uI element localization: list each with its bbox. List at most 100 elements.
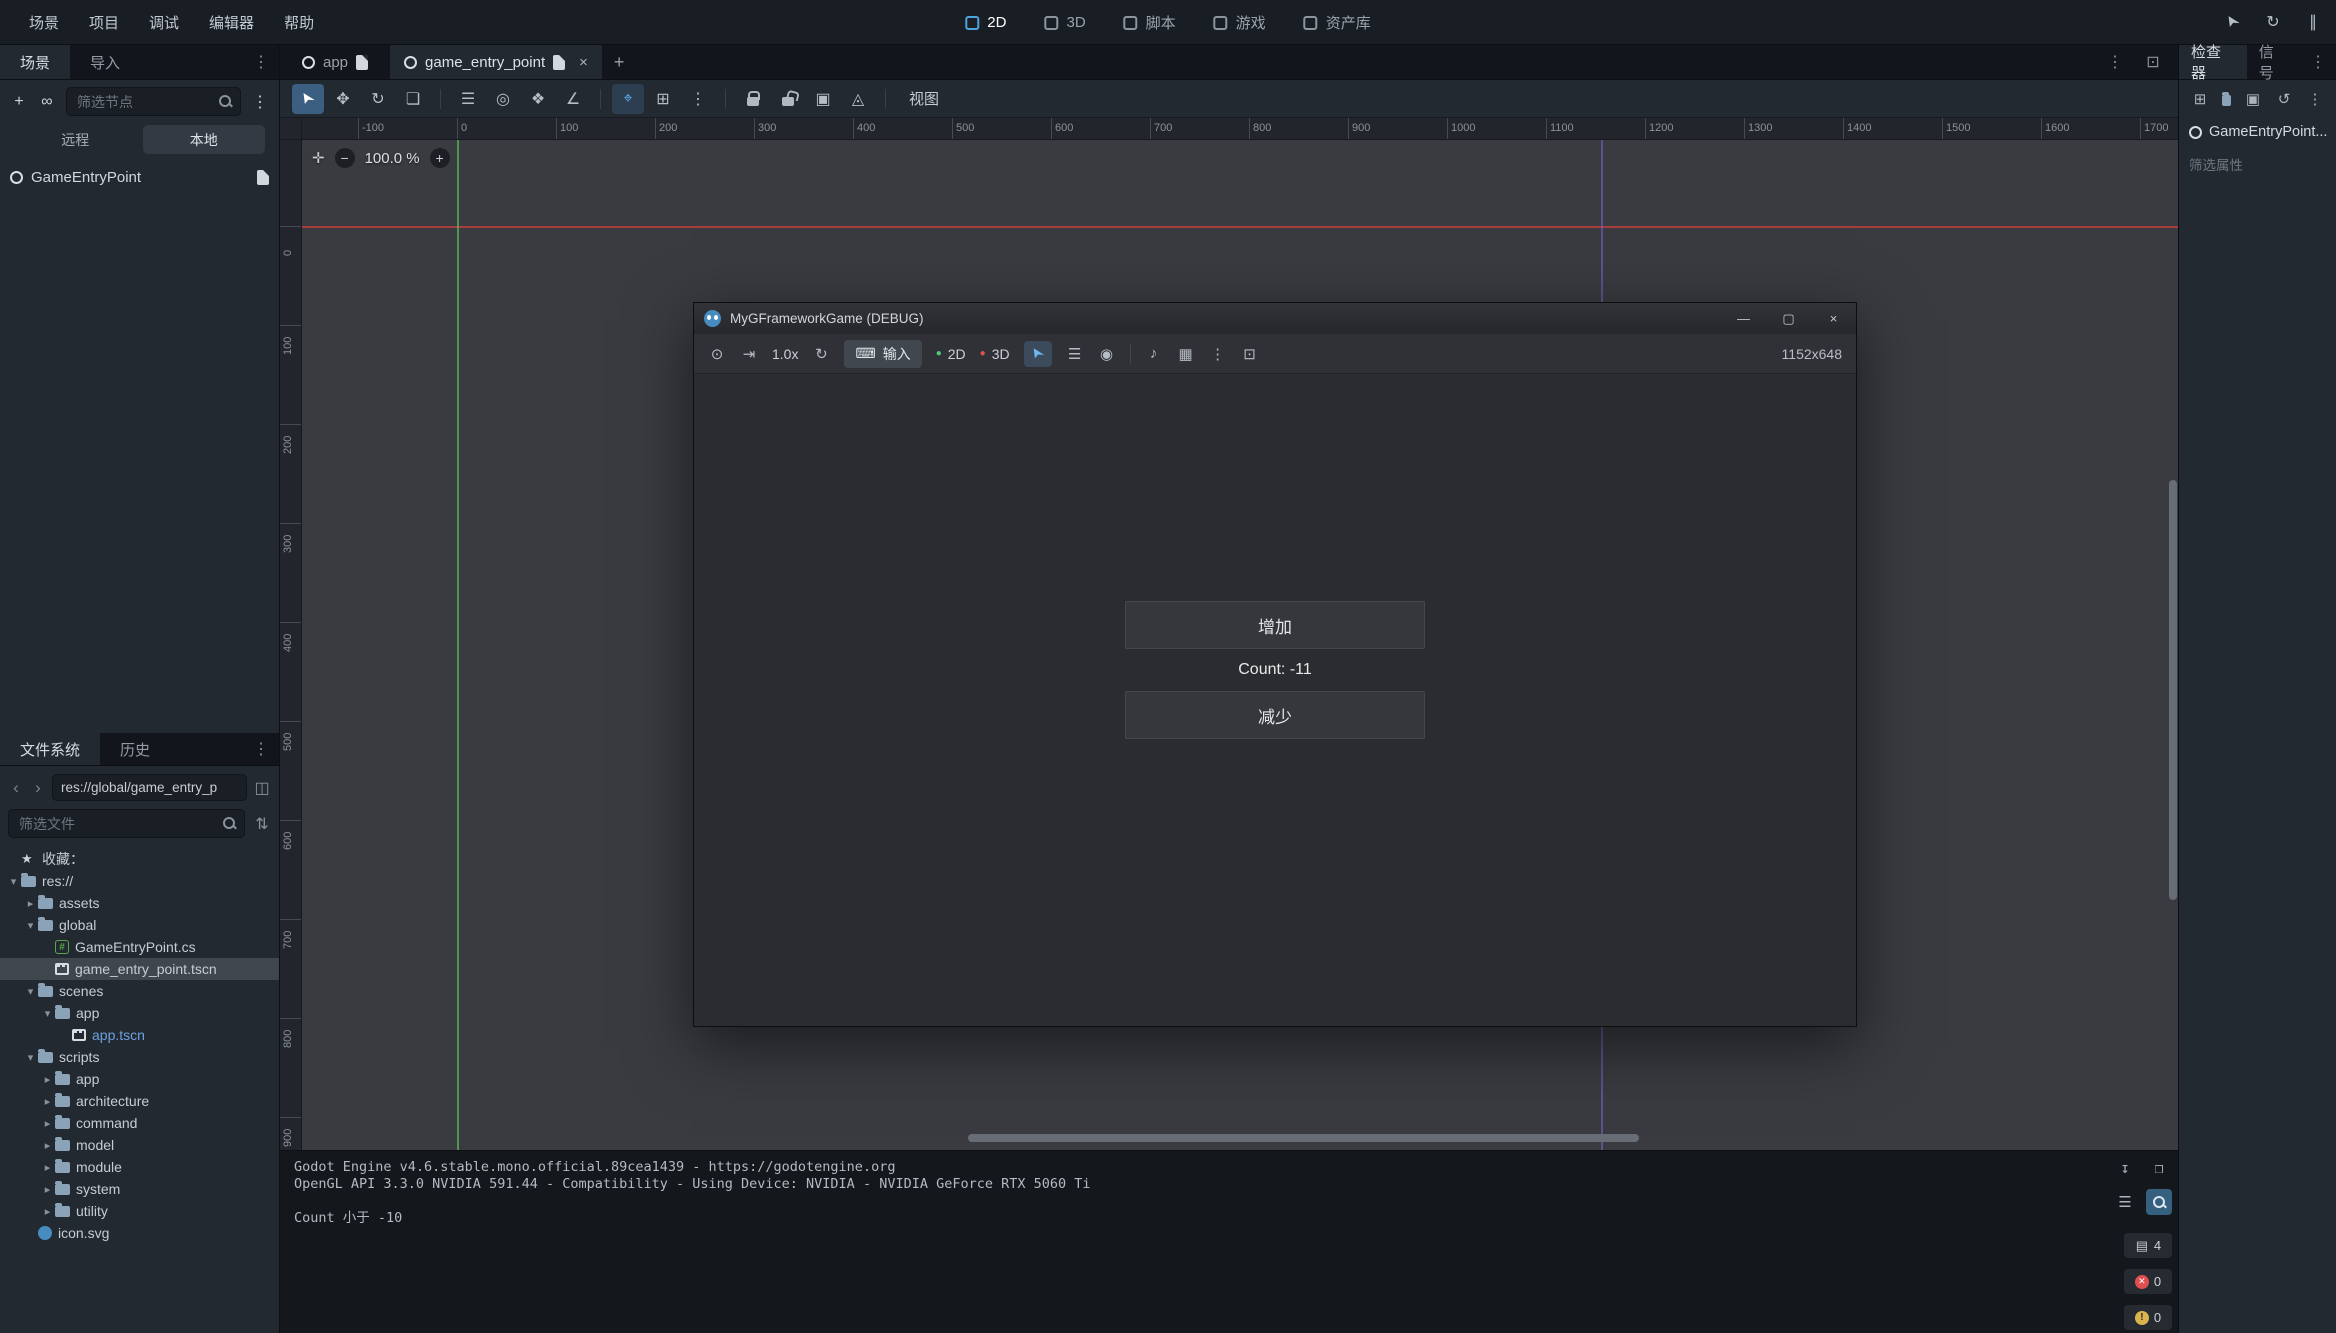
sort-files-icon[interactable]: ⇅ (253, 814, 271, 834)
file-tree-item[interactable]: ▸utility (0, 1200, 279, 1222)
decrease-button[interactable]: 减少 (1125, 691, 1425, 739)
lock-node-button[interactable] (737, 84, 769, 114)
inspector-menu-icon[interactable]: ⋮ (2306, 90, 2324, 108)
rotate-tool-button[interactable]: ↻ (362, 84, 394, 114)
fullscreen-icon[interactable]: ⊡ (1241, 345, 1259, 363)
close-tab-icon[interactable]: × (579, 54, 588, 71)
file-tree-item[interactable]: icon.svg (0, 1222, 279, 1244)
zoom-level-label[interactable]: 100.0 % (365, 150, 420, 167)
file-tree-item[interactable]: ▸app (0, 1068, 279, 1090)
current-path-input[interactable] (52, 774, 247, 801)
history-icon[interactable]: ↺ (2275, 90, 2293, 108)
pause-engine-icon[interactable]: ∥ (2304, 12, 2322, 32)
smart-snap-toggle[interactable]: ⌖ (612, 84, 644, 114)
joypad-icon[interactable]: ⊙ (708, 345, 726, 363)
file-tree-item[interactable]: ▾scripts (0, 1046, 279, 1068)
center-view-icon[interactable]: ✛ (312, 149, 325, 167)
warnings-badge[interactable]: ! 0 (2124, 1305, 2172, 1330)
zoom-in-button[interactable]: + (430, 148, 450, 168)
selection-list-icon[interactable]: ☰ (1066, 345, 1084, 363)
zoom-out-button[interactable]: − (335, 148, 355, 168)
update-spinner-icon[interactable]: ↻ (2264, 12, 2282, 32)
vertical-scrollbar-thumb[interactable] (2169, 480, 2177, 900)
ruler-tool-button[interactable]: ∠ (557, 84, 589, 114)
file-tree-item[interactable]: ▾global (0, 914, 279, 936)
maximize-button[interactable]: ▢ (1766, 303, 1811, 334)
scale-tool-button[interactable]: ❏ (397, 84, 429, 114)
tab-filesystem[interactable]: 文件系统 (0, 733, 100, 765)
minimize-button[interactable]: — (1721, 303, 1766, 334)
skeleton-options-button[interactable]: ◬ (842, 84, 874, 114)
horizontal-scrollbar-thumb[interactable] (968, 1134, 1639, 1142)
copy-log-icon[interactable]: ❐ (2146, 1155, 2172, 1181)
expand-arrow-icon[interactable]: ▸ (23, 897, 38, 910)
scene-tree-menu-icon[interactable]: ⋮ (251, 92, 269, 112)
menubar-menu-0[interactable]: 场景 (14, 12, 74, 33)
menubar-menu-2[interactable]: 调试 (134, 12, 194, 33)
input-mode-button[interactable]: ⌨ 输入 (844, 340, 921, 368)
file-tree-item[interactable]: GameEntryPoint.cs (0, 936, 279, 958)
mode-3d-button[interactable]: ● 3D (980, 346, 1010, 362)
load-resource-icon[interactable] (2222, 95, 2231, 106)
snap-options-menu-icon[interactable]: ⋮ (682, 84, 714, 114)
menubar-menu-3[interactable]: 编辑器 (194, 12, 269, 33)
file-tree-item[interactable]: app.tscn (0, 1024, 279, 1046)
file-tree-item[interactable]: 收藏： (0, 848, 279, 870)
game-window-titlebar[interactable]: MyGFrameworkGame (DEBUG) — ▢ × (694, 303, 1856, 334)
close-window-button[interactable]: × (1811, 303, 1856, 334)
expand-arrow-icon[interactable]: ▸ (40, 1161, 55, 1174)
filter-properties-input[interactable]: 筛选属性 (2179, 146, 2336, 182)
list-select-tool-button[interactable]: ☰ (452, 84, 484, 114)
collapse-arrow-icon[interactable]: ▾ (23, 1051, 38, 1064)
select-tool-button[interactable]: ➤ (292, 84, 324, 114)
inspector-dock-menu-icon[interactable]: ⋮ (2300, 45, 2336, 79)
pan-tool-button[interactable]: ❖ (522, 84, 554, 114)
file-tree-item[interactable]: ▾res:// (0, 870, 279, 892)
local-button[interactable]: 本地 (143, 125, 266, 154)
menubar-menu-1[interactable]: 项目 (74, 12, 134, 33)
expand-arrow-icon[interactable]: ▸ (40, 1139, 55, 1152)
debug-options-icon[interactable]: ▦ (1177, 345, 1195, 363)
instance-scene-button[interactable]: ∞ (38, 93, 56, 111)
messages-badge[interactable]: ▤ 4 (2124, 1233, 2172, 1258)
game-view-menu-icon[interactable]: ⋮ (1209, 345, 1227, 363)
file-tree-item[interactable]: ▸assets (0, 892, 279, 914)
visibility-icon[interactable]: ◉ (1098, 345, 1116, 363)
tab-signals[interactable]: 信号 (2247, 45, 2300, 79)
collapse-arrow-icon[interactable]: ▾ (23, 919, 38, 932)
file-tree-item[interactable]: ▾scenes (0, 980, 279, 1002)
file-tree-item[interactable]: ▸model (0, 1134, 279, 1156)
collapse-arrow-icon[interactable]: ▾ (6, 875, 21, 888)
mode-tab-game[interactable]: 游戏 (1202, 8, 1278, 37)
group-node-button[interactable]: ▣ (807, 84, 839, 114)
pivot-tool-button[interactable]: ◎ (487, 84, 519, 114)
wrap-lines-icon[interactable]: ☰ (2112, 1189, 2138, 1215)
unlock-node-button[interactable] (772, 84, 804, 114)
file-tree-item[interactable]: game_entry_point.tscn (0, 958, 279, 980)
mouse-cursor-icon[interactable]: ➤ (2224, 12, 2242, 32)
reload-game-icon[interactable]: ↻ (812, 345, 830, 363)
remote-button[interactable]: 远程 (14, 125, 137, 154)
inspected-node-row[interactable]: GameEntryPoint... (2179, 118, 2336, 146)
file-tree-item[interactable]: ▸architecture (0, 1090, 279, 1112)
mode-tab-assetlib[interactable]: 资产库 (1292, 8, 1383, 37)
split-view-icon[interactable]: ◫ (253, 778, 271, 798)
file-tree-item[interactable]: ▾app (0, 1002, 279, 1024)
filter-nodes-input[interactable] (66, 87, 241, 116)
grid-snap-toggle[interactable]: ⊞ (647, 84, 679, 114)
new-resource-icon[interactable]: ⊞ (2191, 90, 2209, 108)
expand-arrow-icon[interactable]: ▸ (40, 1205, 55, 1218)
mode-tab-script[interactable]: 脚本 (1112, 8, 1188, 37)
mode-tab-3d[interactable]: 3D (1032, 10, 1097, 35)
tab-inspector[interactable]: 检查器 (2179, 45, 2247, 79)
mode-tab-2d[interactable]: 2D (953, 10, 1018, 35)
search-log-button[interactable] (2146, 1189, 2172, 1215)
scene-tab-app[interactable]: app (288, 45, 382, 79)
errors-badge[interactable]: ✕ 0 (2124, 1269, 2172, 1294)
expand-arrow-icon[interactable]: ▸ (40, 1073, 55, 1086)
audio-mute-icon[interactable]: ♪ (1145, 345, 1163, 362)
tab-history[interactable]: 历史 (100, 733, 170, 765)
scroll-to-bottom-icon[interactable]: ↧ (2112, 1155, 2138, 1181)
collapse-arrow-icon[interactable]: ▾ (23, 985, 38, 998)
filter-files-input[interactable] (8, 809, 245, 838)
